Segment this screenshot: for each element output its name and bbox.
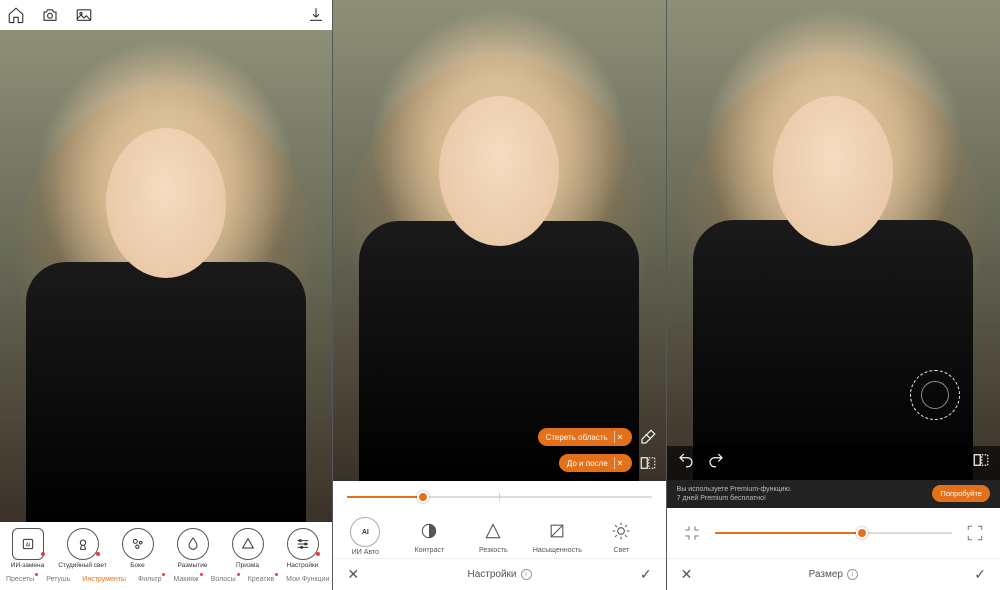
erase-area-chip[interactable]: Стереть область ✕ (538, 428, 632, 446)
shrink-icon[interactable] (681, 522, 703, 544)
tool-vignette[interactable]: Виньетка (330, 528, 332, 569)
slider-bar (333, 481, 665, 513)
undo-icon[interactable] (677, 451, 695, 474)
tool-prism[interactable]: Призма (220, 528, 275, 569)
compare-icon[interactable] (972, 451, 990, 474)
info-icon[interactable]: i (847, 569, 858, 580)
gallery-icon[interactable] (74, 5, 94, 25)
camera-icon[interactable] (40, 5, 60, 25)
tab-hair[interactable]: Волосы (205, 573, 242, 586)
adjust-ai-auto[interactable]: AIИИ Авто (333, 517, 397, 556)
banner-line2: 7 дней Premium бесплатно! (677, 494, 923, 503)
bottom-bar: ✕ Настройки i ✓ (333, 558, 665, 590)
close-icon[interactable]: ✕ (614, 431, 626, 443)
studio-light-icon (67, 528, 99, 560)
compare-icon[interactable] (638, 453, 658, 473)
adjust-contrast[interactable]: Контраст (397, 517, 461, 556)
panel-adjust: Стереть область ✕ До и после ✕ AIИИ Авто… (333, 0, 666, 590)
adjust-icon (287, 528, 319, 560)
adjust-sharp[interactable]: Резкость (461, 517, 525, 556)
panel-title: Настройки (467, 569, 516, 580)
adjust-saturation[interactable]: Насыщенность (525, 517, 589, 556)
top-bar (0, 0, 332, 30)
tool-bokeh[interactable]: Боке (110, 528, 165, 569)
slider-knob[interactable] (417, 491, 429, 503)
tab-makeup[interactable]: Макияж (167, 573, 204, 586)
bottom-bar: ✕ Размерi ✓ (667, 558, 1000, 590)
tool-adjust[interactable]: Настройки (275, 528, 330, 569)
contrast-icon (415, 517, 443, 545)
tool-ai-replace[interactable]: AIИИ-замена (0, 528, 55, 569)
ai-auto-icon: AI (350, 517, 380, 547)
banner-line1: Вы используете Premium-функцию. (677, 485, 923, 494)
cancel-button[interactable]: ✕ (681, 566, 693, 583)
light-icon (607, 517, 635, 545)
tool-row: AIИИ-заменаСтудийный светБокеРазмытиеПри… (0, 522, 332, 571)
slider-knob[interactable] (856, 527, 868, 539)
prism-icon (232, 528, 264, 560)
category-tabs: ПресетыРетушьИнструментыФильтрМакияжВоло… (0, 571, 332, 590)
sharp-icon (479, 517, 507, 545)
info-icon[interactable]: i (521, 569, 532, 580)
tab-creative[interactable]: Креатив (242, 573, 280, 586)
adjustment-row: AIИИ АвтоКонтрастРезкостьНасыщенностьСве… (333, 513, 665, 558)
slider-bar (667, 508, 1000, 558)
cancel-button[interactable]: ✕ (347, 566, 359, 583)
expand-icon[interactable] (964, 522, 986, 544)
photo-canvas[interactable]: Стереть область ✕ До и после ✕ (333, 0, 665, 481)
tab-tools[interactable]: Инструменты (76, 573, 132, 586)
ai-replace-icon: AI (12, 528, 44, 560)
tab-filter[interactable]: Фильтр (132, 573, 168, 586)
adjust-light[interactable]: Свет (589, 517, 653, 556)
tab-presets[interactable]: Пресеты (0, 573, 40, 586)
tab-myfx[interactable]: Мои Функции (280, 573, 332, 586)
apply-button[interactable]: ✓ (974, 566, 986, 583)
download-icon[interactable] (306, 5, 326, 25)
brush-preview-circle (910, 370, 960, 420)
tool-studio-light[interactable]: Студийный свет (55, 528, 110, 569)
size-slider[interactable] (715, 532, 952, 534)
try-premium-button[interactable]: Попробуйте (932, 485, 990, 502)
chip-label: До и после (567, 459, 608, 468)
panel-main: AIИИ-заменаСтудийный светБокеРазмытиеПри… (0, 0, 333, 590)
tab-retouch[interactable]: Ретушь (40, 573, 76, 586)
close-icon[interactable]: ✕ (614, 457, 626, 469)
tool-blur[interactable]: Размытие (165, 528, 220, 569)
panel-title: Размер (809, 569, 843, 580)
eraser-icon[interactable] (638, 427, 658, 447)
undo-bar (667, 446, 1000, 480)
photo-canvas[interactable] (667, 0, 1000, 480)
value-slider[interactable] (347, 496, 651, 498)
chip-label: Стереть область (546, 433, 608, 442)
apply-button[interactable]: ✓ (640, 566, 652, 583)
adjust-shadows[interactable]: Тени (653, 517, 665, 556)
photo-canvas[interactable] (0, 30, 332, 522)
bokeh-icon (122, 528, 154, 560)
before-after-chip[interactable]: До и после ✕ (559, 454, 632, 472)
premium-banner: Вы используете Premium-функцию. 7 дней P… (667, 480, 1000, 508)
blur-icon (177, 528, 209, 560)
saturation-icon (543, 517, 571, 545)
panel-size: Вы используете Premium-функцию. 7 дней P… (667, 0, 1000, 590)
redo-icon[interactable] (707, 451, 725, 474)
svg-text:AI: AI (25, 543, 30, 549)
home-icon[interactable] (6, 5, 26, 25)
